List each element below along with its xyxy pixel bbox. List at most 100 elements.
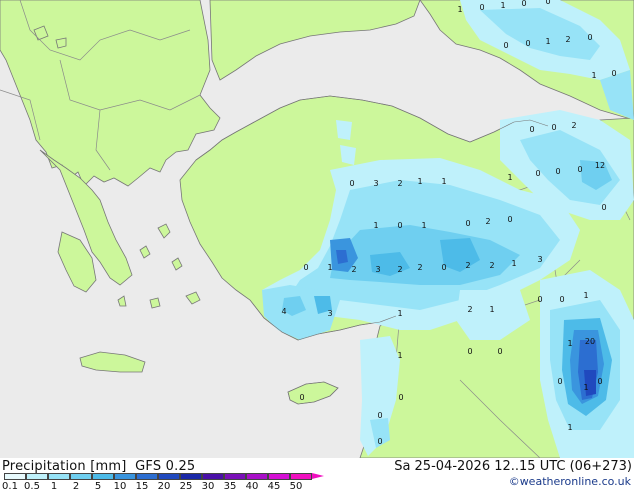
legend-tick-label: 40 bbox=[245, 481, 259, 492]
map-value-label: 1 bbox=[397, 351, 402, 360]
map-value-label: 1 bbox=[397, 309, 402, 318]
map-value-label: 0 bbox=[537, 295, 542, 304]
color-legend: 0.1 0.5 1 2 5 10 15 20 25 30 35 40 45 50 bbox=[2, 473, 332, 492]
map-value-label: 0 bbox=[398, 393, 403, 402]
legend-swatch bbox=[180, 473, 202, 480]
map-value-label: 0 bbox=[557, 377, 562, 386]
legend-swatch bbox=[136, 473, 158, 480]
map-value-label: 1 bbox=[489, 305, 494, 314]
legend-tick-label: 30 bbox=[201, 481, 215, 492]
map-value-label: 3 bbox=[375, 265, 380, 274]
map-value-label: 2 bbox=[571, 121, 576, 130]
map-value-label: 1 bbox=[327, 263, 332, 272]
map-value-label: 1 bbox=[421, 221, 426, 230]
legend-swatch bbox=[114, 473, 136, 480]
legend-swatch bbox=[70, 473, 92, 480]
map-value-label: 0 bbox=[377, 437, 382, 446]
map-value-label: 0 bbox=[299, 393, 304, 402]
map-value-label: 0 bbox=[497, 347, 502, 356]
bottom-bar: Precipitation [mm] GFS 0.25 Sa 25-04-202… bbox=[0, 458, 634, 492]
map-value-label: 0 bbox=[465, 219, 470, 228]
legend-swatch bbox=[26, 473, 48, 480]
legend-tick-label: 10 bbox=[113, 481, 127, 492]
map-value-label: 0 bbox=[397, 221, 402, 230]
map-value-label: 1 bbox=[511, 259, 516, 268]
map-value-label: 3 bbox=[373, 179, 378, 188]
map-value-label: 0 bbox=[559, 295, 564, 304]
map-value-label: 0 bbox=[525, 39, 530, 48]
map-value-label: 2 bbox=[465, 261, 470, 270]
map-value-label: 1 bbox=[457, 5, 462, 14]
map-value-label: 0 bbox=[349, 179, 354, 188]
legend-swatch bbox=[202, 473, 224, 480]
legend-swatch bbox=[158, 473, 180, 480]
map-value-label: 0 bbox=[507, 215, 512, 224]
legend-swatch bbox=[290, 473, 312, 480]
map-value-label: 0 bbox=[441, 263, 446, 272]
legend-swatch bbox=[246, 473, 268, 480]
map-value-label: 1 bbox=[373, 221, 378, 230]
map-value-label: 3 bbox=[537, 255, 542, 264]
map-value-label: 0 bbox=[611, 69, 616, 78]
map-value-label: 2 bbox=[397, 265, 402, 274]
map-value-label: 0 bbox=[377, 411, 382, 420]
map-value-label: 0 bbox=[551, 123, 556, 132]
map-value-label: 12 bbox=[595, 161, 605, 170]
model-label: GFS 0.25 bbox=[135, 459, 196, 474]
map-value-label: 0 bbox=[467, 347, 472, 356]
map-value-label: 1 bbox=[567, 339, 572, 348]
map-value-label: 2 bbox=[489, 261, 494, 270]
map-value-label: 0 bbox=[303, 263, 308, 272]
map-value-label: 0 bbox=[479, 3, 484, 12]
legend-tick-label: 5 bbox=[94, 481, 102, 492]
map-value-label: 0 bbox=[535, 169, 540, 178]
legend-tick-label: 20 bbox=[157, 481, 171, 492]
map-value-label: 1 bbox=[441, 177, 446, 186]
map-value-label: 1 bbox=[583, 383, 588, 392]
map-value-label: 0 bbox=[555, 167, 560, 176]
legend-swatch bbox=[268, 473, 290, 480]
legend-tick-label: 25 bbox=[179, 481, 193, 492]
map-value-label: 3 bbox=[327, 309, 332, 318]
legend-tick-label: 15 bbox=[135, 481, 149, 492]
credit-text: ©weatheronline.co.uk bbox=[508, 475, 631, 488]
map-value-label: 2 bbox=[565, 35, 570, 44]
legend-arrow bbox=[312, 473, 324, 479]
map-value-label: 1 bbox=[591, 71, 596, 80]
legend-tick-label: 35 bbox=[223, 481, 237, 492]
legend-swatch bbox=[48, 473, 70, 480]
legend-tick-label: 45 bbox=[267, 481, 281, 492]
map-value-label: 2 bbox=[417, 263, 422, 272]
map-value-label: 0 bbox=[521, 0, 526, 8]
map-value-label: 1 bbox=[567, 423, 572, 432]
precipitation-map: 1 0 1 0 00 0 1 2 01 020012000010 3 2 1 10 2 01012 3 2 2 0 2 2… bbox=[0, 0, 634, 458]
legend-tick-label: 0.1 bbox=[2, 481, 18, 492]
map-value-label: 4 bbox=[281, 307, 286, 316]
map-value-label: 0 bbox=[503, 41, 508, 50]
map-value-label: 1 bbox=[583, 291, 588, 300]
map-value-label: 0 bbox=[529, 125, 534, 134]
legend-tick-label: 0.5 bbox=[24, 481, 40, 492]
map-value-label: 0 bbox=[597, 377, 602, 386]
legend-swatch bbox=[4, 473, 26, 480]
map-value-label: 20 bbox=[585, 337, 595, 346]
map-value-label: 1 bbox=[507, 173, 512, 182]
map-value-label: 2 bbox=[397, 179, 402, 188]
legend-tick-label: 1 bbox=[50, 481, 58, 492]
map-value-label: 0 bbox=[601, 203, 606, 212]
legend-swatch bbox=[224, 473, 246, 480]
map-value-label: 2 bbox=[467, 305, 472, 314]
map-value-label: 2 bbox=[351, 265, 356, 274]
chart-title: Precipitation [mm] GFS 0.25 bbox=[2, 459, 195, 474]
title-label: Precipitation [mm] bbox=[2, 459, 127, 474]
map-value-label: 0 bbox=[545, 0, 550, 6]
valid-time: Sa 25-04-2026 12..15 UTC (06+273) bbox=[394, 459, 632, 474]
legend-tick-label: 2 bbox=[72, 481, 80, 492]
map-value-label: 0 bbox=[577, 165, 582, 174]
map-value-label: 1 bbox=[545, 37, 550, 46]
legend-swatch bbox=[92, 473, 114, 480]
map-value-label: 2 bbox=[485, 217, 490, 226]
map-value-label: 1 bbox=[500, 1, 505, 10]
map-value-label: 0 bbox=[587, 33, 592, 42]
legend-tick-label: 50 bbox=[289, 481, 303, 492]
